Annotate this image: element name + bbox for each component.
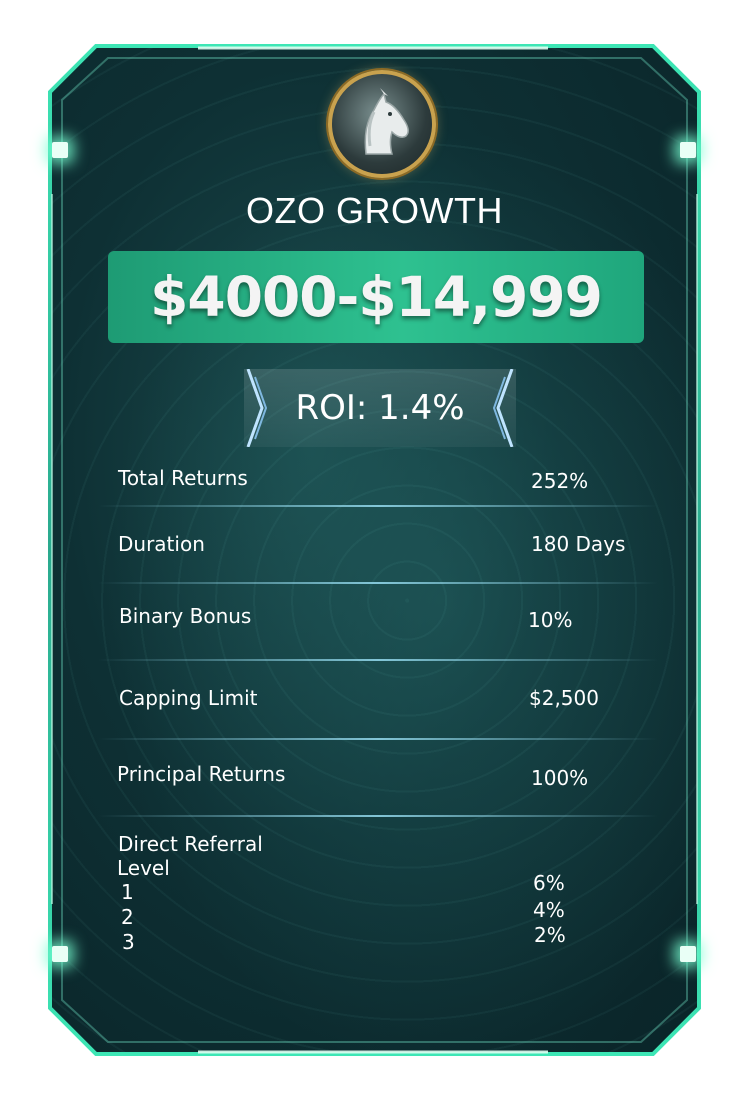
price-range: $4000-$14,999 <box>150 265 603 329</box>
row-label-duration: Duration <box>118 532 205 556</box>
row-value-total-returns: 252% <box>531 469 589 493</box>
roi-badge: ROI: 1.4% <box>244 369 516 447</box>
row-label-capping-limit: Capping Limit <box>119 686 258 710</box>
row-value-binary-bonus: 10% <box>528 608 573 632</box>
frame-light-tl <box>52 142 68 158</box>
referral-value-3: 2% <box>534 923 566 947</box>
row-label-total-returns: Total Returns <box>118 466 248 490</box>
row-divider <box>98 505 658 507</box>
row-divider <box>98 815 658 817</box>
frame-light-tr <box>680 142 696 158</box>
roi-value: ROI: 1.4% <box>295 388 465 428</box>
row-divider <box>98 659 658 661</box>
row-divider <box>98 738 658 740</box>
referral-level-2: 2 <box>121 905 134 929</box>
referral-value-2: 4% <box>533 898 565 922</box>
row-value-principal-returns: 100% <box>531 766 589 790</box>
chevron-left-icon <box>492 369 514 447</box>
horse-head-icon <box>328 70 436 178</box>
row-label-principal-returns: Principal Returns <box>117 762 286 786</box>
referral-level-header: Level <box>117 856 170 880</box>
referral-level-1: 1 <box>121 880 134 904</box>
price-range-banner: $4000-$14,999 <box>108 251 644 343</box>
row-value-duration: 180 Days <box>531 532 626 556</box>
referral-level-3: 3 <box>122 930 135 954</box>
referral-title: Direct Referral <box>118 832 263 856</box>
frame-light-bl <box>52 946 68 962</box>
row-label-binary-bonus: Binary Bonus <box>119 604 252 628</box>
referral-value-1: 6% <box>533 871 565 895</box>
plan-title: OZO GROWTH <box>246 190 503 231</box>
chevron-right-icon <box>246 369 268 447</box>
row-divider <box>98 582 658 584</box>
frame-light-br <box>680 946 696 962</box>
row-value-capping-limit: $2,500 <box>529 686 599 710</box>
